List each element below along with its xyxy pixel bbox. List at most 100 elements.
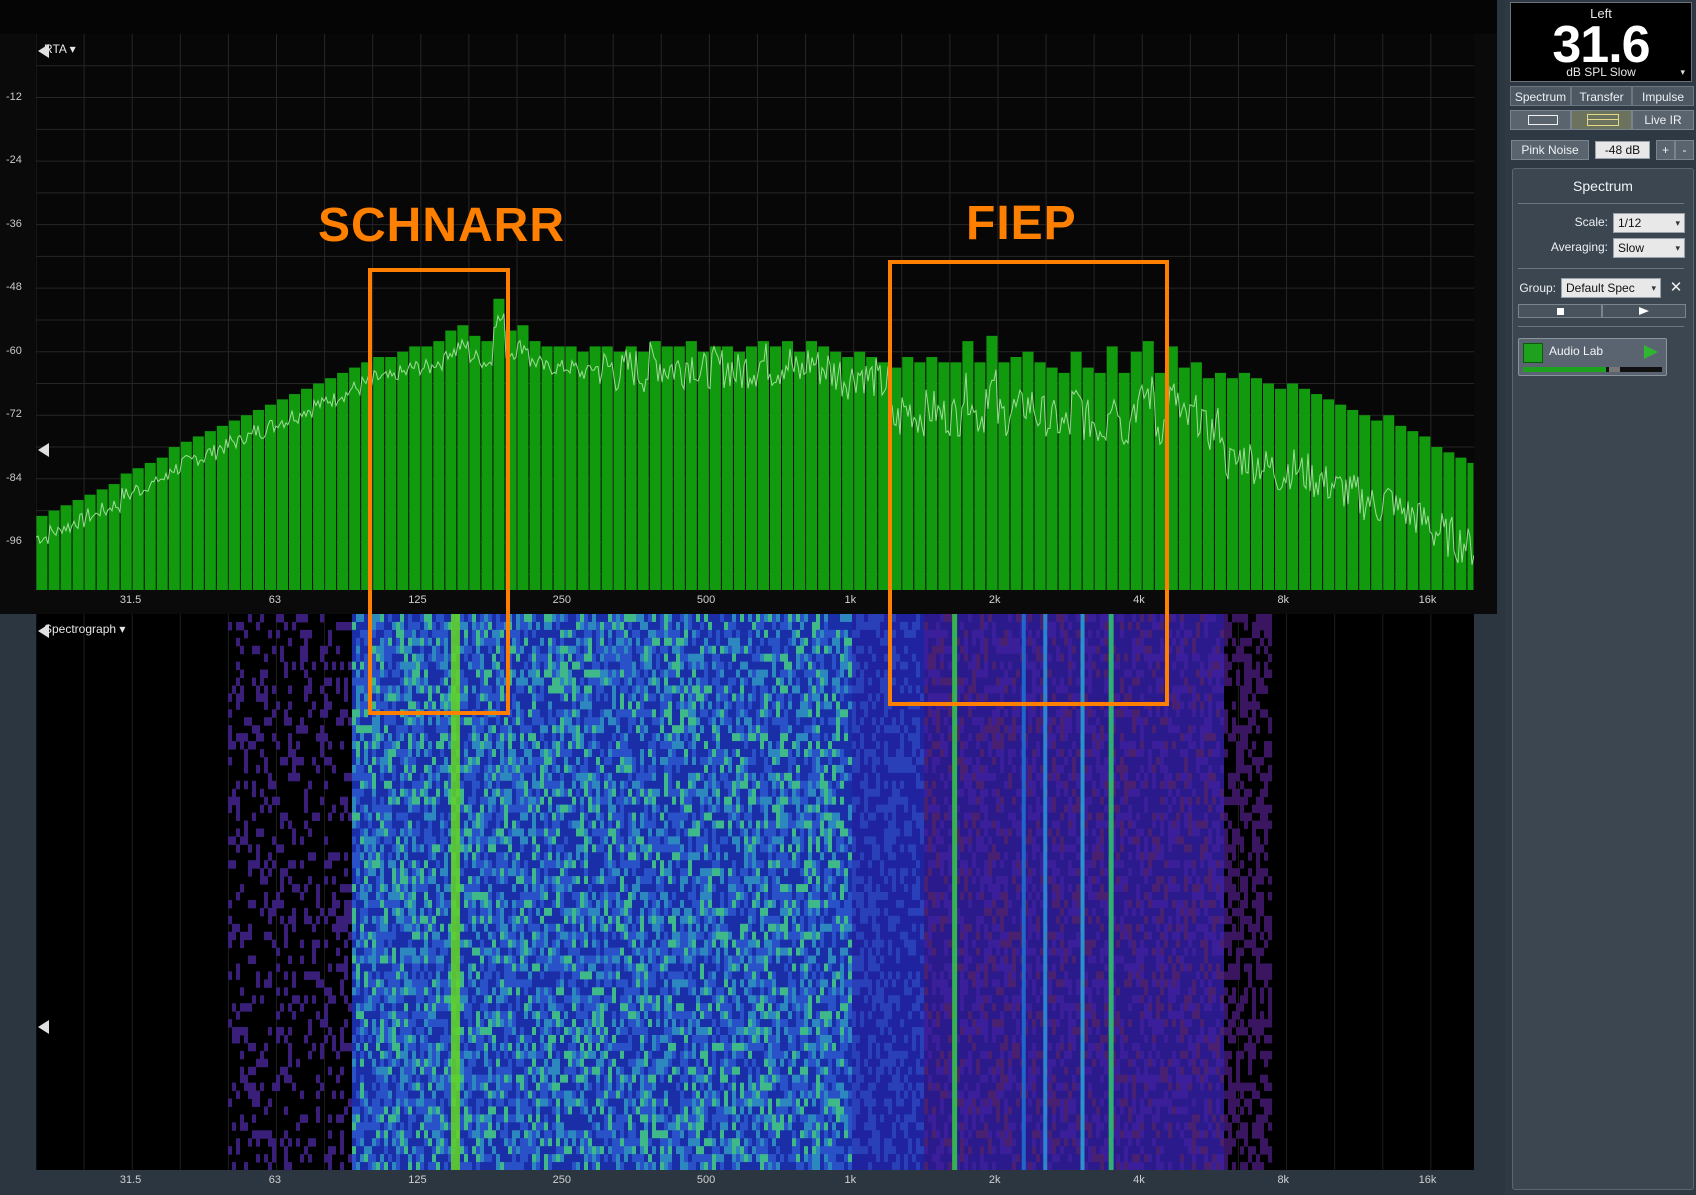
- spectrograph-cell: [1116, 749, 1120, 758]
- spectrograph-plot[interactable]: [36, 614, 1474, 1170]
- spectrograph-cell: [1048, 717, 1052, 726]
- spectrograph-cell: [784, 725, 788, 734]
- spectrograph-cell: [764, 629, 768, 639]
- spectrograph-cell: [1140, 717, 1144, 726]
- spectrograph-cell: [1056, 749, 1060, 758]
- spectrograph-cell: [640, 717, 644, 726]
- spectrograph-cell: [1260, 621, 1264, 631]
- spectrograph-cell: [500, 725, 504, 734]
- spectrograph-cell: [484, 772, 488, 782]
- spectrograph-cell: [1124, 733, 1128, 742]
- spectrograph-cell: [840, 621, 844, 631]
- spectrograph-cell: [828, 677, 832, 686]
- spectrograph-cell: [724, 772, 728, 782]
- spectrograph-cell: [716, 621, 720, 631]
- spectrograph-cell: [796, 645, 800, 655]
- spectrograph-cell: [820, 717, 824, 726]
- spectrograph-cell: [960, 764, 964, 774]
- spectrograph-cell: [712, 764, 716, 774]
- spectrograph-cell: [476, 717, 480, 726]
- spectrograph-cell: [492, 741, 496, 750]
- spectrograph-cell: [1008, 749, 1012, 758]
- spectrograph-cell: [588, 661, 592, 671]
- spectrograph-cell: [744, 717, 748, 726]
- spectrograph-cell: [1200, 741, 1204, 750]
- spectrograph-cell: [548, 645, 552, 655]
- spectrograph-cell: [804, 661, 808, 671]
- spectrograph-cell: [1184, 685, 1188, 694]
- spectrograph-cell: [1160, 733, 1164, 742]
- rta-bottom-marker-handle[interactable]: [38, 443, 49, 457]
- spectrograph-cell: [720, 677, 724, 686]
- spectrograph-cell: [380, 764, 384, 774]
- spectrograph-cell: [764, 645, 768, 655]
- spectrograph-cell: [616, 661, 620, 671]
- spectrograph-cell: [524, 764, 528, 774]
- spectrograph-cell: [688, 693, 692, 702]
- spectrograph-cell: [472, 741, 476, 750]
- spectrograph-cell: [716, 749, 720, 758]
- spectrograph-cell: [428, 756, 432, 766]
- spectrograph-cell: [420, 764, 424, 774]
- spectrograph-cell: [524, 645, 528, 655]
- spectrograph-cell: [740, 749, 744, 758]
- spectrograph-cell: [900, 749, 904, 758]
- spectrograph-cell: [796, 653, 800, 663]
- spectrograph-cell: [544, 709, 548, 718]
- spectrograph-cell: [464, 756, 468, 766]
- spectrograph-cell: [536, 653, 540, 663]
- spectrograph-cell: [352, 653, 356, 663]
- spectrograph-cell: [512, 614, 516, 623]
- spectrograph-cell: [364, 717, 368, 726]
- spectrograph-cell: [872, 709, 876, 718]
- spectrograph-cell: [812, 629, 816, 639]
- spectrum-bar: [806, 341, 818, 590]
- spectrograph-cell: [616, 764, 620, 774]
- spectrograph-cell: [388, 749, 392, 758]
- spectrograph-cell: [400, 772, 404, 782]
- spectrograph-cell: [1052, 764, 1056, 774]
- spectrograph-cell: [504, 749, 508, 758]
- spectrograph-cell: [768, 725, 772, 734]
- spectrograph-cell: [296, 741, 300, 750]
- spectrograph-cell: [508, 756, 512, 766]
- spectrograph-cell: [844, 741, 848, 750]
- spectrograph-cell: [1032, 725, 1036, 734]
- spectrograph-cell: [672, 653, 676, 663]
- spectrograph-cell: [484, 756, 488, 766]
- spectrograph-cell: [540, 645, 544, 655]
- spectrograph-cell: [788, 677, 792, 686]
- spectrograph-cell: [640, 614, 644, 623]
- spectrograph-cell: [288, 637, 292, 647]
- spectrograph-cell: [972, 756, 976, 766]
- spectrograph-cell: [684, 701, 688, 710]
- spectrograph-cell: [640, 653, 644, 663]
- rta-plot[interactable]: [36, 34, 1474, 590]
- spectrograph-cell: [536, 725, 540, 734]
- spectrograph-cell: [1124, 741, 1128, 750]
- spectrograph-cell: [416, 733, 420, 742]
- spectrograph-cell: [1160, 709, 1164, 718]
- spectrograph-cell: [540, 661, 544, 671]
- spectrograph-cell: [988, 725, 992, 734]
- spectrograph-cell: [620, 693, 624, 702]
- spectrograph-cell: [616, 709, 620, 718]
- spectrograph-cell: [632, 614, 636, 623]
- spectrograph-cell: [820, 756, 824, 766]
- spectrograph-cell: [780, 764, 784, 774]
- spectrograph-cell: [876, 709, 880, 718]
- spectrograph-cell: [444, 772, 448, 782]
- spectrograph-cell: [832, 669, 836, 679]
- spectrograph-cell: [1016, 749, 1020, 758]
- spectrograph-cell: [376, 733, 380, 742]
- spectrograph-cell: [808, 629, 812, 639]
- spectrograph-cell: [516, 614, 520, 623]
- spectrum-bar: [1323, 399, 1335, 590]
- spectrograph-cell: [424, 733, 428, 742]
- spectrograph-cell: [592, 629, 596, 639]
- spectrograph-cell: [980, 764, 984, 774]
- rta-top-marker-handle[interactable]: [38, 44, 49, 58]
- spectrograph-cell: [824, 645, 828, 655]
- spectrograph-cell: [772, 725, 776, 734]
- spectrograph-cell: [608, 709, 612, 718]
